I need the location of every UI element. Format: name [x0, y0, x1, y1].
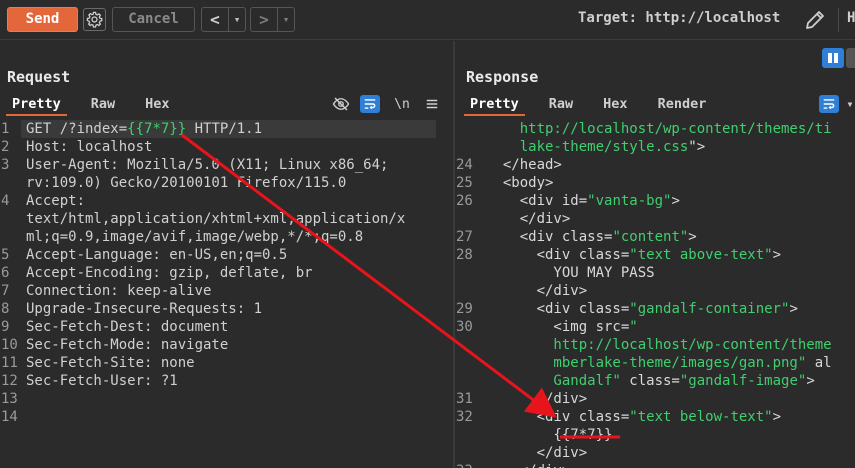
- annotation-overlay: [181, 133, 620, 439]
- annotation-arrow: [181, 133, 557, 418]
